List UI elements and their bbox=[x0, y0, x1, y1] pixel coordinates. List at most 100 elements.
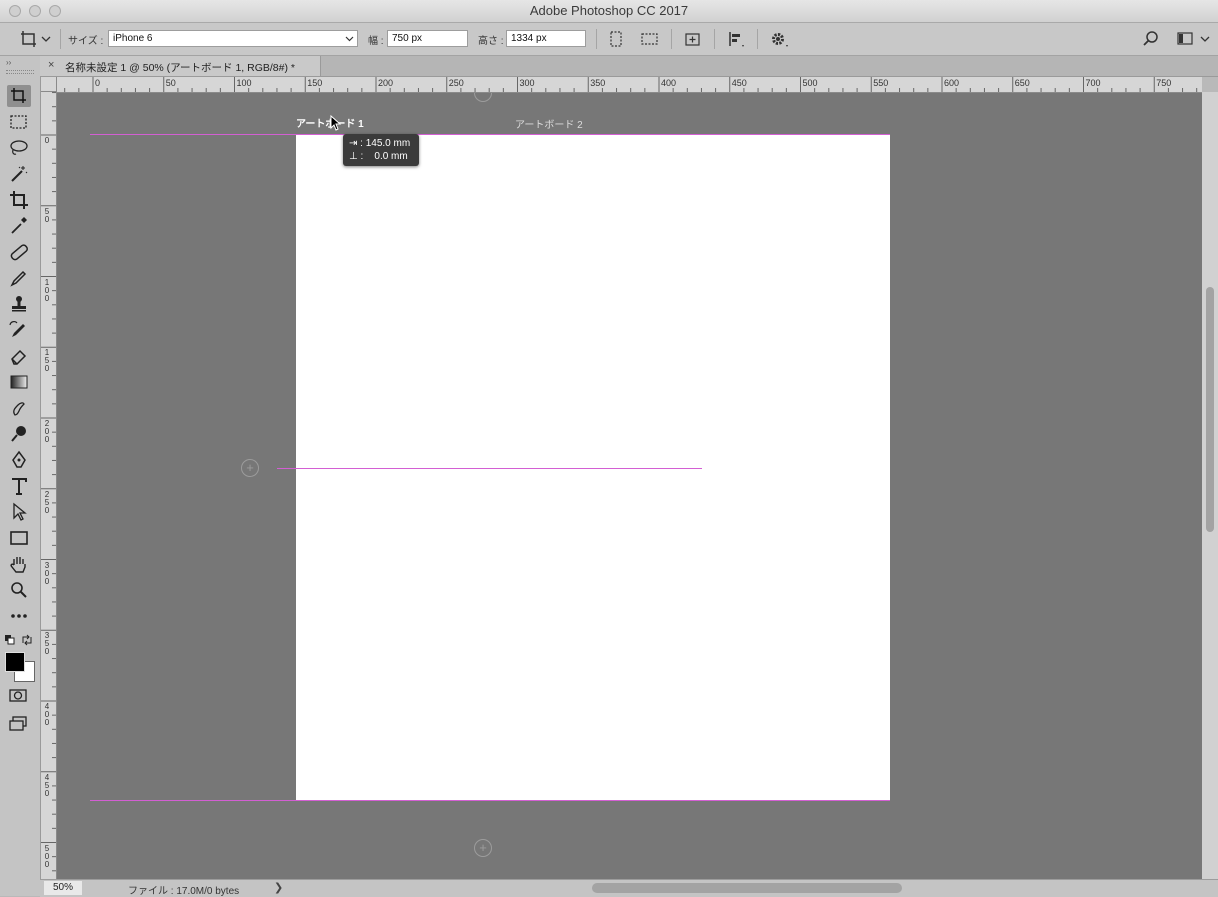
lasso-tool[interactable] bbox=[7, 137, 31, 159]
brush-tool[interactable] bbox=[7, 267, 31, 289]
ruler-label: 300 bbox=[519, 78, 535, 88]
dodge-tool[interactable] bbox=[7, 423, 31, 445]
rectangle-tool[interactable] bbox=[7, 527, 31, 549]
ruler-label: 400 bbox=[44, 702, 50, 727]
eraser-icon bbox=[11, 349, 27, 365]
ruler-label: 50 bbox=[44, 206, 50, 224]
gear-icon[interactable] bbox=[767, 28, 789, 50]
status-menu-arrow[interactable]: ❯ bbox=[274, 881, 283, 894]
ruler-label: 750 bbox=[1156, 78, 1172, 88]
artboard2-label[interactable]: アートボード 2 bbox=[515, 116, 583, 131]
blur-tool[interactable] bbox=[7, 397, 31, 419]
brush-icon bbox=[10, 270, 27, 287]
ruler-label: 150 bbox=[44, 348, 50, 374]
zoom-level-field[interactable]: 50% bbox=[44, 881, 82, 895]
crop-tool[interactable] bbox=[7, 189, 31, 211]
collapse-panel-icon[interactable]: ›› bbox=[6, 58, 11, 67]
magic-wand-tool[interactable] bbox=[7, 163, 31, 185]
bandage-icon bbox=[10, 244, 28, 261]
ruler-label: 700 bbox=[1085, 78, 1101, 88]
ruler-label: 0 bbox=[44, 136, 50, 145]
ruler-label: 250 bbox=[448, 78, 464, 88]
file-info[interactable]: ファイル : 17.0M/0 bytes bbox=[128, 882, 239, 897]
size-label: サイズ : bbox=[68, 36, 104, 47]
type-tool[interactable] bbox=[7, 475, 31, 497]
tab-title: 名称未設定 1 @ 50% (アートボード 1, RGB/8#) * bbox=[65, 62, 295, 74]
horizontal-ruler[interactable]: 0 50 100 150 200 250 300 350 400 450 500 550 600 650 7… bbox=[57, 77, 1202, 93]
history-brush-icon bbox=[9, 321, 25, 337]
window-title: Adobe Photoshop CC 2017 bbox=[529, 3, 689, 18]
document-tab-bar: × 名称未設定 1 @ 50% (アートボード 1, RGB/8#) * bbox=[40, 56, 1218, 77]
screen-mode-icon[interactable] bbox=[8, 715, 30, 733]
ruler-label: 500 bbox=[44, 843, 50, 869]
clone-stamp-tool[interactable] bbox=[7, 293, 31, 315]
history-brush-tool[interactable] bbox=[7, 319, 31, 341]
search-icon[interactable] bbox=[1140, 28, 1162, 50]
artboard-tool[interactable] bbox=[7, 85, 31, 107]
lasso-icon bbox=[10, 140, 28, 155]
type-icon bbox=[12, 478, 27, 495]
ruler-label: 300 bbox=[44, 560, 50, 586]
guide-middle[interactable] bbox=[277, 468, 702, 469]
artboard-icon bbox=[11, 88, 26, 103]
height-field[interactable]: 1334 px bbox=[506, 30, 586, 47]
vertical-ruler[interactable]: 0 50 100 150 200 250 300 350 400 450 500 bbox=[41, 92, 57, 880]
more-tools[interactable] bbox=[7, 605, 31, 627]
chevron-down-icon[interactable] bbox=[40, 28, 52, 50]
ruler-label: 0 bbox=[95, 78, 101, 88]
ruler-label: 350 bbox=[44, 631, 50, 657]
chevron-down-icon[interactable] bbox=[1199, 28, 1213, 50]
guide-top[interactable] bbox=[90, 134, 890, 135]
pen-tool[interactable] bbox=[7, 449, 31, 471]
horizontal-scroll-thumb[interactable] bbox=[592, 883, 902, 893]
add-artboard-top-button[interactable] bbox=[474, 93, 492, 102]
ruler-label: 550 bbox=[873, 78, 889, 88]
default-colors-icon[interactable] bbox=[4, 634, 16, 646]
marquee-tool[interactable] bbox=[7, 111, 31, 133]
ruler-label: 400 bbox=[661, 78, 677, 88]
toolbox: ›› bbox=[0, 56, 41, 896]
hand-tool[interactable] bbox=[7, 553, 31, 575]
eyedropper-tool[interactable] bbox=[7, 215, 31, 237]
swap-colors-icon[interactable] bbox=[21, 634, 33, 646]
add-artboard-left-button[interactable]: + bbox=[241, 459, 259, 477]
workspace-icon[interactable] bbox=[1175, 28, 1197, 50]
pen-icon bbox=[12, 450, 26, 468]
tab-close-button[interactable]: × bbox=[48, 59, 54, 71]
height-label: 高さ : bbox=[478, 36, 504, 47]
ruler-label: 50 bbox=[165, 78, 176, 88]
add-artboard-bottom-button[interactable]: + bbox=[474, 839, 492, 857]
portrait-orientation-icon[interactable] bbox=[605, 28, 627, 50]
smudge-icon bbox=[13, 402, 25, 416]
gradient-tool[interactable] bbox=[7, 371, 31, 393]
quick-mask-icon[interactable] bbox=[8, 687, 30, 705]
ruler-label: 600 bbox=[944, 78, 960, 88]
tooltip-x: ⇥ : 145.0 mm bbox=[349, 138, 411, 149]
foreground-color-swatch[interactable] bbox=[5, 652, 25, 672]
landscape-orientation-icon[interactable] bbox=[639, 28, 661, 50]
ruler-label: 650 bbox=[1014, 78, 1030, 88]
gradient-icon bbox=[10, 375, 28, 389]
ruler-label: 500 bbox=[802, 78, 818, 88]
add-artboard-icon[interactable] bbox=[682, 28, 704, 50]
tooltip-y: ⊥ : 0.0 mm bbox=[349, 151, 408, 162]
eraser-tool[interactable] bbox=[7, 345, 31, 367]
document-tab[interactable]: × 名称未設定 1 @ 50% (アートボード 1, RGB/8#) * bbox=[40, 56, 321, 76]
ruler-label: 200 bbox=[44, 419, 50, 444]
vertical-scrollbar[interactable] bbox=[1202, 92, 1218, 880]
crop-icon bbox=[10, 191, 28, 209]
title-bar: Adobe Photoshop CC 2017 bbox=[0, 0, 1218, 23]
canvas-area[interactable]: アートボード 1 アートボード 2 + + ⇥ : 145.0 mm ⊥ : 0… bbox=[57, 93, 1202, 879]
ruler-label: 350 bbox=[590, 78, 606, 88]
zoom-tool[interactable] bbox=[7, 579, 31, 601]
healing-brush-tool[interactable] bbox=[7, 241, 31, 263]
vertical-scroll-thumb[interactable] bbox=[1206, 287, 1214, 532]
width-field[interactable]: 750 px bbox=[387, 30, 468, 47]
artboard-tool-preset-icon[interactable] bbox=[18, 28, 40, 50]
path-selection-tool[interactable] bbox=[7, 501, 31, 523]
align-left-icon[interactable] bbox=[725, 28, 747, 50]
size-select[interactable]: iPhone 6 bbox=[108, 30, 358, 47]
guide-bottom[interactable] bbox=[90, 800, 890, 801]
chevron-down-icon bbox=[345, 36, 354, 42]
ruler-origin[interactable] bbox=[41, 77, 57, 92]
